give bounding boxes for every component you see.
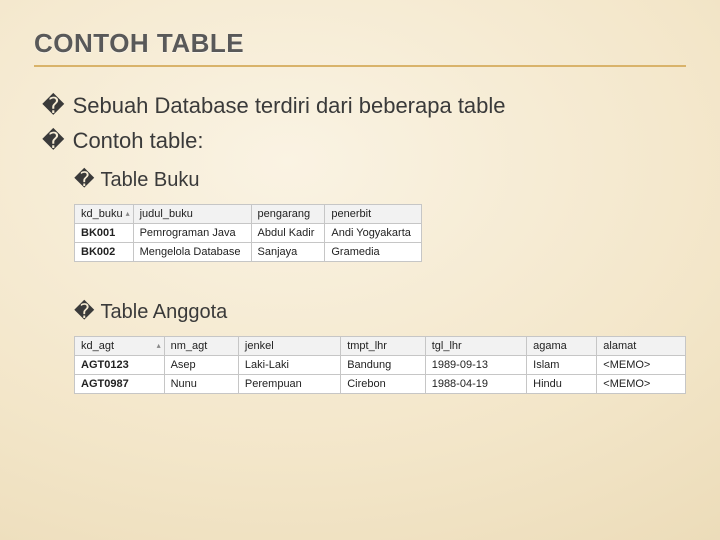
col-judul-buku: judul_buku (133, 204, 251, 223)
col-jenkel: jenkel (238, 336, 340, 355)
col-agama: agama (527, 336, 597, 355)
cell: BK001 (75, 223, 134, 242)
bullet-text: Sebuah Database terdiri dari beberapa ta… (73, 91, 506, 122)
table-buku-wrap: kd_buku▴ judul_buku pengarang penerbit B… (74, 204, 422, 262)
cell: Asep (164, 355, 238, 374)
col-nm-agt: nm_agt (164, 336, 238, 355)
col-kd-buku: kd_buku▴ (75, 204, 134, 223)
table-anggota-wrap: kd_agt▴ nm_agt jenkel tmpt_lhr tgl_lhr a… (74, 336, 686, 394)
bullet-item-1: � Sebuah Database terdiri dari beberapa … (42, 91, 686, 122)
sort-arrow-icon: ▴ (126, 209, 130, 218)
table-row: BK001 Pemrograman Java Abdul Kadir Andi … (75, 223, 422, 242)
col-alamat: alamat (597, 336, 686, 355)
sub-bullet-buku: � Table Buku (74, 167, 686, 192)
cell: BK002 (75, 242, 134, 261)
cell: Laki-Laki (238, 355, 340, 374)
cell: Pemrograman Java (133, 223, 251, 242)
cell: Islam (527, 355, 597, 374)
sub-bullet-anggota: � Table Anggota (74, 299, 686, 324)
bullet-glyph-icon: � (42, 126, 65, 157)
cell: 1989-09-13 (425, 355, 526, 374)
bullet-glyph-icon: � (74, 299, 95, 324)
slide: CONTOH TABLE � Sebuah Database terdiri d… (0, 0, 720, 421)
cell: Gramedia (325, 242, 422, 261)
cell: Cirebon (341, 374, 426, 393)
sort-arrow-icon: ▴ (157, 341, 161, 350)
table-header-row: kd_buku▴ judul_buku pengarang penerbit (75, 204, 422, 223)
cell: <MEMO> (597, 374, 686, 393)
col-tmpt-lhr: tmpt_lhr (341, 336, 426, 355)
bullet-item-2: � Contoh table: (42, 126, 686, 157)
table-anggota: kd_agt▴ nm_agt jenkel tmpt_lhr tgl_lhr a… (74, 336, 686, 394)
cell: Andi Yogyakarta (325, 223, 422, 242)
cell: Sanjaya (251, 242, 325, 261)
table-header-row: kd_agt▴ nm_agt jenkel tmpt_lhr tgl_lhr a… (75, 336, 686, 355)
table-row: BK002 Mengelola Database Sanjaya Gramedi… (75, 242, 422, 261)
bullet-glyph-icon: � (42, 91, 65, 122)
col-kd-agt: kd_agt▴ (75, 336, 165, 355)
sub-bullet-text: Table Buku (101, 169, 200, 192)
table-row: AGT0123 Asep Laki-Laki Bandung 1989-09-1… (75, 355, 686, 374)
cell: AGT0123 (75, 355, 165, 374)
col-pengarang: pengarang (251, 204, 325, 223)
cell: Abdul Kadir (251, 223, 325, 242)
cell: Bandung (341, 355, 426, 374)
slide-title: CONTOH TABLE (34, 28, 686, 67)
cell: AGT0987 (75, 374, 165, 393)
cell: <MEMO> (597, 355, 686, 374)
bullet-glyph-icon: � (74, 167, 95, 192)
cell: Perempuan (238, 374, 340, 393)
table-buku: kd_buku▴ judul_buku pengarang penerbit B… (74, 204, 422, 262)
col-penerbit: penerbit (325, 204, 422, 223)
bullet-text: Contoh table: (73, 126, 204, 157)
col-tgl-lhr: tgl_lhr (425, 336, 526, 355)
cell: Nunu (164, 374, 238, 393)
sub-bullet-text: Table Anggota (101, 301, 228, 324)
cell: 1988-04-19 (425, 374, 526, 393)
cell: Hindu (527, 374, 597, 393)
table-row: AGT0987 Nunu Perempuan Cirebon 1988-04-1… (75, 374, 686, 393)
cell: Mengelola Database (133, 242, 251, 261)
